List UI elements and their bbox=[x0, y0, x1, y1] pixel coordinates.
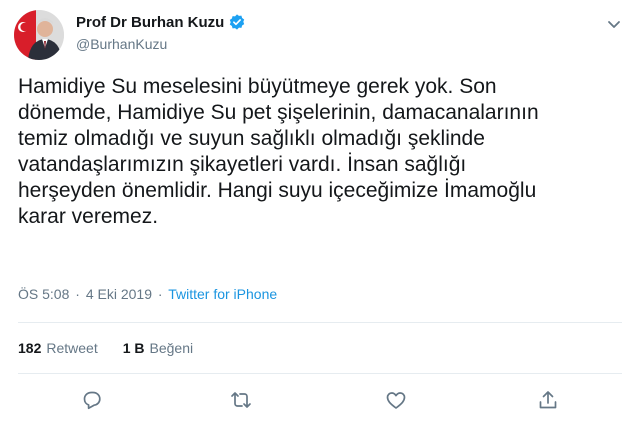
reply-icon[interactable] bbox=[80, 388, 104, 412]
avatar[interactable] bbox=[14, 10, 64, 60]
meta-separator: · bbox=[75, 286, 80, 302]
likes-stat[interactable]: 1 B Beğeni bbox=[123, 340, 193, 356]
likes-label: Beğeni bbox=[149, 340, 194, 356]
author-name-row[interactable]: Prof Dr Burhan Kuzu bbox=[76, 13, 246, 31]
meta-separator: · bbox=[157, 286, 163, 302]
tweet-date[interactable]: 4 Eki 2019 bbox=[86, 286, 152, 302]
chevron-down-icon[interactable] bbox=[604, 14, 624, 34]
author-handle[interactable]: @BurhanKuzu bbox=[76, 36, 167, 52]
author-display-name[interactable]: Prof Dr Burhan Kuzu bbox=[76, 14, 224, 31]
likes-count: 1 B bbox=[122, 340, 145, 356]
tweet-stats: 182 Retweet 1 B Beğeni bbox=[18, 340, 193, 356]
retweet-icon[interactable] bbox=[229, 388, 253, 412]
tweet-actions bbox=[0, 388, 640, 414]
tweet-card: Prof Dr Burhan Kuzu @BurhanKuzu Hamidiye… bbox=[0, 0, 640, 425]
divider bbox=[18, 322, 622, 323]
tweet-source-link[interactable]: Twitter for iPhone bbox=[168, 286, 277, 302]
tweet-meta: ÖS 5:08 · 4 Eki 2019 · Twitter for iPhon… bbox=[18, 286, 277, 302]
divider bbox=[18, 373, 622, 374]
like-icon[interactable] bbox=[384, 388, 408, 412]
retweets-label: Retweet bbox=[46, 340, 98, 356]
tweet-text: Hamidiye Su meselesini büyütmeye gerek y… bbox=[18, 75, 539, 228]
tweet-time[interactable]: ÖS 5:08 bbox=[18, 286, 69, 302]
share-icon[interactable] bbox=[536, 388, 560, 412]
retweets-count: 182 bbox=[18, 340, 42, 356]
retweets-stat[interactable]: 182 Retweet bbox=[18, 340, 98, 356]
verified-badge-icon bbox=[228, 13, 246, 31]
